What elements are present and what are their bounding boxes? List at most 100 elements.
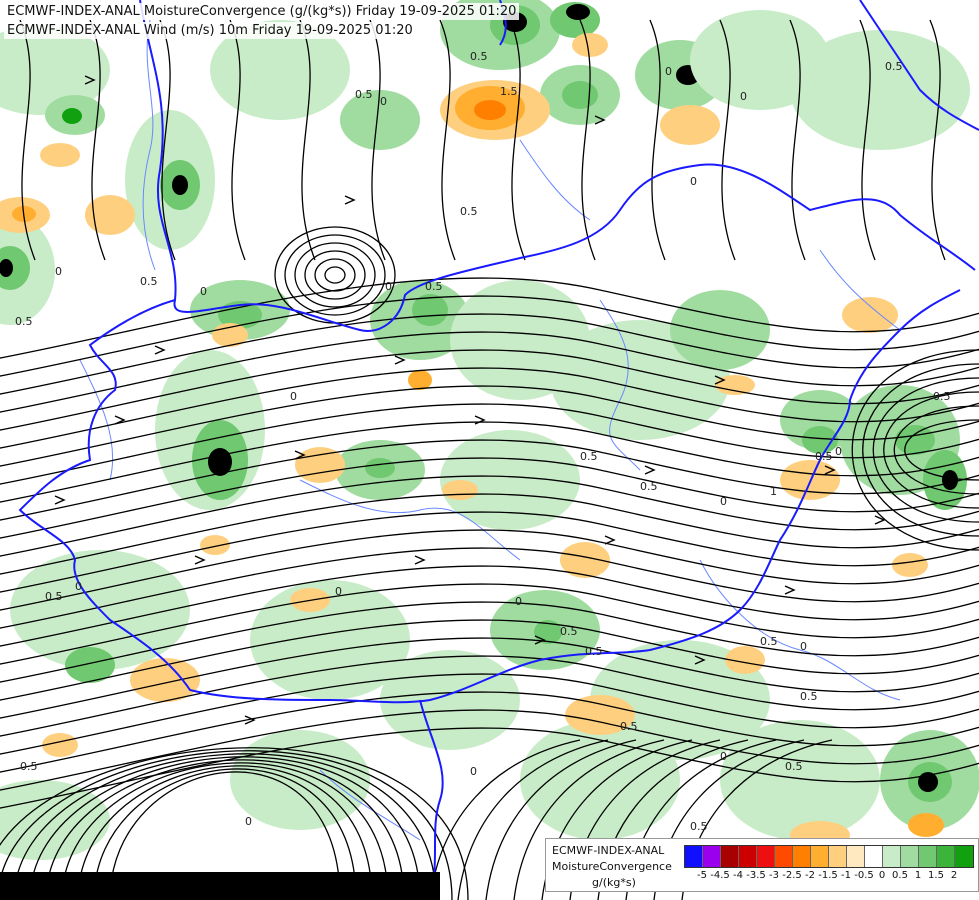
legend-tick-label: -4	[733, 870, 743, 881]
contour-label: 0	[335, 585, 342, 598]
contour-label: 1.5	[500, 85, 518, 98]
contour-label: 0.5	[470, 50, 488, 63]
legend-parameter: MoistureConvergence	[552, 860, 672, 873]
field-patch	[908, 813, 944, 837]
contour-label: 0.5	[640, 480, 658, 493]
contour-label: 0	[835, 445, 842, 458]
field-patch	[566, 4, 590, 20]
field-patch	[365, 458, 395, 478]
legend-swatch	[703, 846, 721, 867]
field-patch	[842, 297, 898, 333]
contour-label: 0.5	[45, 590, 63, 603]
legend-tick-label: 2	[950, 870, 958, 881]
legend-swatch	[793, 846, 811, 867]
legend-swatch	[685, 846, 703, 867]
contour-label: 0	[75, 580, 82, 593]
map-title-moisture: ECMWF-INDEX-ANAL MoistureConvergence (g/…	[4, 3, 520, 20]
contour-label: 0	[665, 65, 672, 78]
legend-swatch	[937, 846, 955, 867]
contour-label: 0.5	[580, 450, 598, 463]
contour-label: 0	[290, 390, 297, 403]
field-patch	[942, 470, 958, 490]
field-patch	[790, 30, 970, 150]
contour-label: 0	[55, 265, 62, 278]
legend-swatch	[829, 846, 847, 867]
legend-swatch	[757, 846, 775, 867]
field-patch	[892, 553, 928, 577]
bottom-black-strip	[0, 872, 440, 900]
field-patch	[62, 108, 82, 124]
legend-tick-label: -3.5	[746, 870, 766, 881]
field-patch	[572, 33, 608, 57]
legend-tick-label: -2	[805, 870, 815, 881]
contour-label: 0.5	[885, 60, 903, 73]
contour-label: 0.5	[585, 645, 603, 658]
field-patch	[408, 370, 432, 390]
contour-label: 0	[380, 95, 387, 108]
contour-label: 0.5	[785, 760, 803, 773]
legend-tick-label: -1.5	[818, 870, 838, 881]
contour-label: 0	[385, 280, 392, 293]
contour-label: 0	[245, 815, 252, 828]
legend-tick-label: -1	[841, 870, 851, 881]
color-legend: ECMWF-INDEX-ANAL MoistureConvergence g/(…	[545, 838, 979, 892]
legend-tick-label: -2.5	[782, 870, 802, 881]
weather-map[interactable]: 0.5 1.5 0.5 0 0 0.5 0 0.5 0 0.5 0.5 0 0.5 0 0.5 0.5 0 0.5…	[0, 0, 979, 900]
field-patch	[520, 720, 680, 840]
contour-label: 0	[470, 765, 477, 778]
legend-unit: g/(kg*s)	[592, 876, 636, 889]
legend-swatch	[721, 846, 739, 867]
contour-label: 0	[720, 750, 727, 763]
legend-swatch	[865, 846, 883, 867]
legend-swatch	[955, 846, 973, 867]
legend-tick-label: -5	[697, 870, 707, 881]
field-patch	[720, 720, 880, 840]
contour-label: 0.5	[20, 760, 38, 773]
contour-label: 0	[720, 495, 727, 508]
contour-label: 0.5	[560, 625, 578, 638]
legend-swatch	[901, 846, 919, 867]
contour-label: 0	[740, 90, 747, 103]
field-patch	[40, 143, 80, 167]
contour-label: 0.5	[620, 720, 638, 733]
legend-swatch	[883, 846, 901, 867]
contour-label: 0	[690, 175, 697, 188]
contour-label: 1	[770, 485, 777, 498]
contour-label: 0.5	[460, 205, 478, 218]
field-patch	[474, 100, 506, 120]
contour-label: 0	[515, 595, 522, 608]
legend-tick-label: 0	[878, 870, 886, 881]
map-canvas[interactable]: 0.51.50.500 0.500.500.50.50 0.500.50.500.5…	[0, 0, 979, 900]
legend-tick-label: 0.5	[892, 870, 908, 881]
contour-label: 0.5	[355, 88, 373, 101]
legend-swatch	[847, 846, 865, 867]
legend-swatch	[919, 846, 937, 867]
field-patch	[200, 535, 230, 555]
contour-label: 0.5	[815, 450, 833, 463]
contour-label: 0	[200, 285, 207, 298]
contour-label: 0	[800, 640, 807, 653]
legend-product: ECMWF-INDEX-ANAL	[552, 844, 665, 857]
legend-swatch	[739, 846, 757, 867]
contour-label: 0.5	[15, 315, 33, 328]
field-patch	[380, 650, 520, 750]
legend-tick-label: 1	[914, 870, 922, 881]
field-patch	[442, 480, 478, 500]
contour-label: 0.5	[425, 280, 443, 293]
legend-tick-label: -4.5	[710, 870, 730, 881]
field-patch	[660, 105, 720, 145]
contour-label: 0.5	[140, 275, 158, 288]
legend-tick-labels: -5 -4.5 -4 -3.5 -3 -2.5 -2 -1.5 -1 -0.5 0 0.5 1 1.5 2	[684, 870, 976, 884]
contour-label: 0.5	[760, 635, 778, 648]
map-title-wind: ECMWF-INDEX-ANAL Wind (m/s) 10m Friday 1…	[4, 22, 416, 39]
field-patch	[172, 175, 188, 195]
contour-label: 0.5	[690, 820, 708, 833]
legend-color-bar	[684, 845, 974, 868]
contour-label: 0.5	[800, 690, 818, 703]
field-patch	[562, 81, 598, 109]
legend-swatch	[811, 846, 829, 867]
legend-tick-label: -3	[769, 870, 779, 881]
legend-tick-label: -0.5	[854, 870, 874, 881]
legend-tick-label: 1.5	[928, 870, 944, 881]
contour-label: 0.5	[933, 390, 951, 403]
